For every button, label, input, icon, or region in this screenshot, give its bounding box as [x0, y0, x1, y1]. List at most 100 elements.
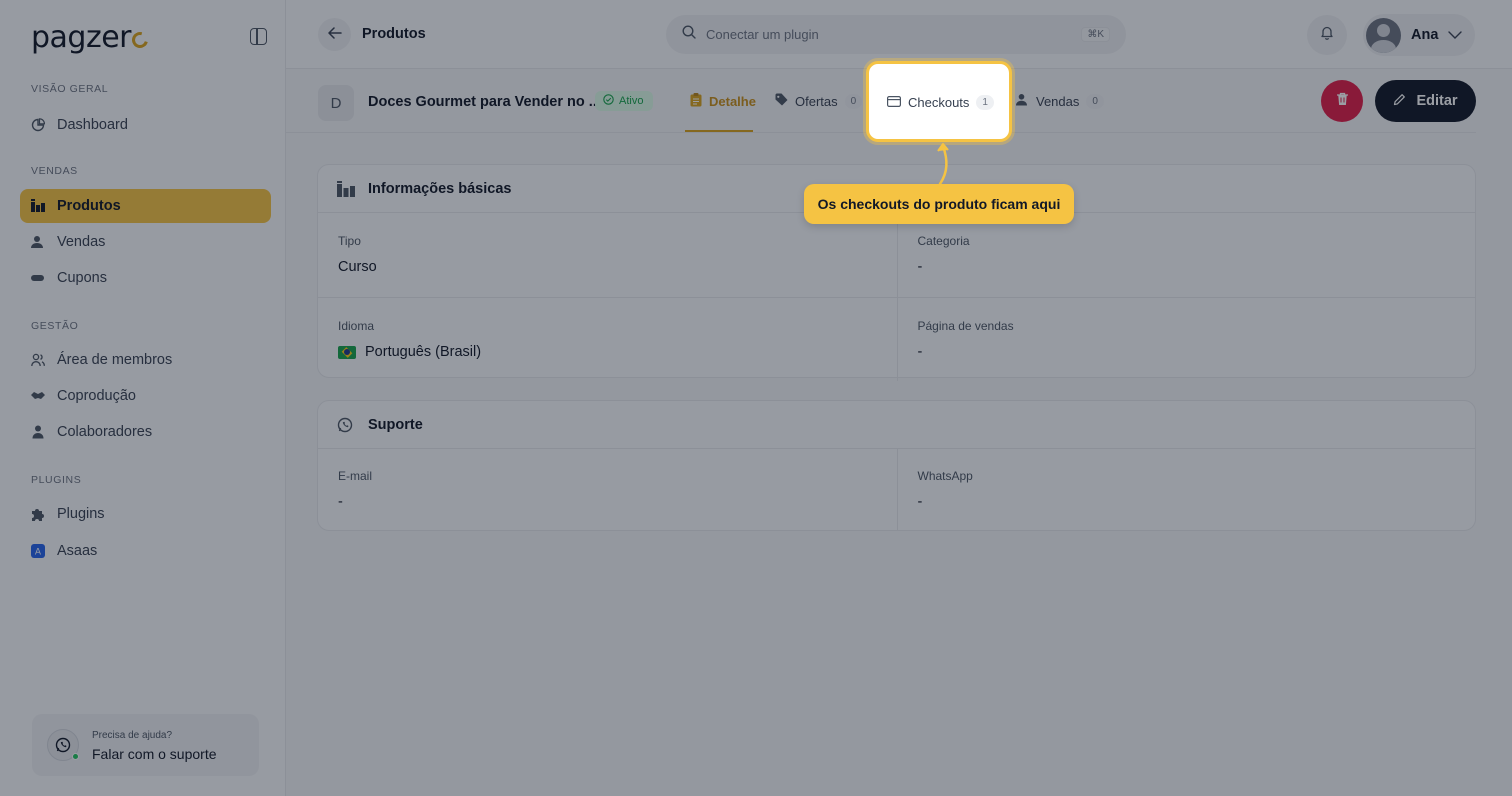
logo[interactable]: pagzer [31, 20, 151, 55]
chevron-down-icon [1448, 28, 1463, 42]
whatsapp-icon [337, 417, 355, 433]
tour-arrow-icon [937, 143, 949, 186]
section-label-sales: VENDAS [31, 165, 78, 177]
tab-count: 0 [1086, 93, 1104, 109]
contact-support-link[interactable]: Falar com o suporte [92, 746, 217, 762]
field-idioma: Idioma Português (Brasil) [318, 298, 897, 381]
user-name: Ana [1411, 27, 1439, 43]
sidebar-item-asaas[interactable]: A Asaas [20, 534, 271, 568]
field-pagina-de-vendas: Página de vendas - [896, 298, 1476, 381]
field-value: Curso [338, 259, 377, 275]
sidebar: pagzer VISÃO GERAL Dashboard VENDAS Prod… [0, 0, 286, 796]
tab-ofertas[interactable]: Ofertas 0 [775, 91, 863, 111]
user-money-icon [1016, 93, 1029, 109]
page-title: Produtos [362, 26, 426, 42]
pencil-icon [1393, 93, 1406, 110]
sidebar-item-label: Área de membros [57, 352, 173, 368]
field-label: Tipo [338, 234, 361, 248]
user-menu[interactable]: Ana [1363, 14, 1475, 56]
logo-mark-icon [129, 29, 151, 51]
pie-chart-icon [31, 118, 45, 132]
tab-checkouts[interactable]: Checkouts 1 [887, 92, 994, 112]
sidebar-toggle-icon[interactable] [250, 28, 267, 45]
boxes-icon [337, 180, 355, 197]
tab-label: Detalhe [709, 93, 756, 109]
edit-button[interactable]: Editar [1375, 80, 1476, 122]
status-badge: Ativo [595, 91, 654, 111]
bell-icon [1320, 25, 1334, 45]
field-label: Página de vendas [917, 319, 1014, 333]
sidebar-item-label: Asaas [57, 543, 98, 559]
asaas-logo-icon: A [31, 544, 45, 558]
clipboard-icon [690, 92, 702, 110]
tour-tooltip: Os checkouts do produto ficam aqui [804, 184, 1074, 224]
tab-detalhe[interactable]: Detalhe [690, 91, 756, 111]
trash-icon [1336, 92, 1349, 111]
field-row: Idioma Português (Brasil) Página de vend… [318, 297, 1475, 381]
sidebar-item-produtos[interactable]: Produtos [20, 189, 271, 223]
field-email: E-mail - [318, 449, 897, 531]
user-icon [31, 425, 45, 439]
user-money-icon [31, 235, 45, 249]
search-shortcut: ⌘K [1081, 27, 1110, 42]
top-bar: Produtos ⌘K Ana [286, 0, 1512, 69]
field-row: E-mail - WhatsApp - [318, 449, 1475, 531]
handshake-icon [31, 389, 45, 403]
credit-card-icon [887, 95, 902, 110]
card-title: Informações básicas [368, 180, 512, 197]
product-avatar: D [318, 85, 354, 121]
sidebar-item-label: Dashboard [57, 117, 128, 133]
puzzle-icon [31, 507, 45, 521]
tag-icon [775, 93, 788, 109]
sidebar-item-label: Colaboradores [57, 424, 153, 440]
sidebar-item-colaboradores[interactable]: Colaboradores [20, 415, 271, 449]
users-icon [31, 353, 45, 367]
support-card[interactable]: Precisa de ajuda? Falar com o suporte [32, 714, 259, 776]
sidebar-item-vendas[interactable]: Vendas [20, 225, 271, 259]
field-categoria: Categoria - [896, 213, 1476, 297]
avatar [1366, 17, 1401, 53]
edit-button-label: Editar [1416, 93, 1458, 109]
ticket-icon [31, 271, 45, 285]
notifications-button[interactable] [1307, 15, 1347, 55]
online-status-dot [72, 753, 79, 760]
arrow-left-icon [327, 26, 342, 44]
card-title: Suporte [368, 416, 423, 433]
search-icon [682, 25, 696, 44]
sidebar-item-label: Coprodução [57, 388, 136, 404]
field-value: - [338, 494, 343, 510]
tab-count: 0 [844, 93, 863, 109]
help-caption: Precisa de ajuda? [92, 730, 173, 741]
delete-button[interactable] [1321, 80, 1363, 122]
search-input[interactable] [706, 27, 1066, 42]
product-name: Doces Gourmet para Vender no ... [368, 94, 601, 110]
field-value: - [917, 494, 923, 510]
sidebar-item-label: Cupons [57, 270, 107, 286]
sidebar-item-dashboard[interactable]: Dashboard [20, 108, 271, 142]
section-label-plugins: PLUGINS [31, 474, 82, 486]
sidebar-item-coproducao[interactable]: Coprodução [20, 379, 271, 413]
svg-text:A: A [35, 548, 42, 558]
brazil-flag-icon [338, 345, 356, 359]
tab-count: 1 [976, 94, 994, 110]
field-label: E-mail [338, 469, 373, 483]
search-bar[interactable]: ⌘K [666, 15, 1126, 54]
support-card-section: Suporte E-mail - WhatsApp - [317, 400, 1476, 531]
field-row: Tipo Curso Categoria - [318, 213, 1475, 297]
status-badge-label: Ativo [619, 95, 644, 107]
boxes-icon [31, 199, 45, 213]
tab-label: Vendas [1036, 93, 1080, 109]
sidebar-item-plugins[interactable]: Plugins [20, 497, 271, 531]
back-button[interactable] [318, 18, 351, 51]
card-header: Suporte [318, 401, 1475, 449]
tab-label: Ofertas [795, 93, 838, 109]
tab-vendas[interactable]: Vendas 0 [1016, 91, 1104, 111]
field-tipo: Tipo Curso [318, 213, 897, 297]
field-value: Português (Brasil) [338, 344, 877, 360]
sidebar-item-cupons[interactable]: Cupons [20, 261, 271, 295]
tab-label: Checkouts [908, 94, 970, 110]
tour-spotlight: Checkouts 1 [866, 61, 1012, 142]
sidebar-item-area-de-membros[interactable]: Área de membros [20, 343, 271, 377]
field-whatsapp: WhatsApp - [896, 449, 1476, 531]
field-value: - [917, 259, 923, 275]
